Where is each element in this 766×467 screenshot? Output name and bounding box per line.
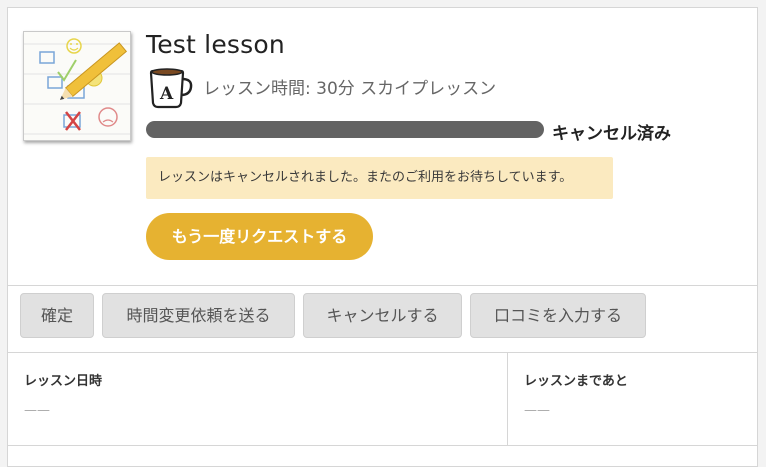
lesson-progress-bar [146, 121, 544, 138]
lesson-datetime-cell: レッスン日時 —— [8, 353, 507, 445]
lesson-datetime-label: レッスン日時 [24, 374, 103, 389]
checklist-pencil-icon [23, 31, 131, 141]
confirm-button[interactable]: 確定 [20, 293, 94, 338]
coffee-mug-icon: A [147, 65, 197, 111]
lesson-card: Test lesson A レッスン時間: 30分 スカイプレッスン キャンセル… [7, 7, 758, 467]
review-button[interactable]: 口コミを入力する [470, 293, 646, 338]
request-again-button[interactable]: もう一度リクエストする [146, 213, 373, 260]
status-badge: キャンセル済み [552, 124, 671, 144]
time-remaining-value: —— [524, 403, 550, 418]
time-remaining-label: レッスンまであと [524, 374, 628, 389]
svg-text:A: A [159, 84, 174, 104]
lesson-meta: レッスン時間: 30分 スカイプレッスン [203, 79, 497, 99]
time-remaining-cell: レッスンまであと —— [508, 353, 758, 445]
change-time-request-button[interactable]: 時間変更依頼を送る [102, 293, 295, 338]
cancel-button[interactable]: キャンセルする [303, 293, 462, 338]
divider [8, 445, 757, 446]
action-toolbar: 確定 時間変更依頼を送る キャンセルする 口コミを入力する [8, 286, 757, 352]
lesson-header: Test lesson A レッスン時間: 30分 スカイプレッスン キャンセル… [8, 8, 757, 285]
lesson-datetime-value: —— [24, 403, 50, 418]
lesson-title: Test lesson [146, 30, 285, 59]
cancellation-notice: レッスンはキャンセルされました。またのご利用をお待ちしています。 [146, 157, 613, 199]
